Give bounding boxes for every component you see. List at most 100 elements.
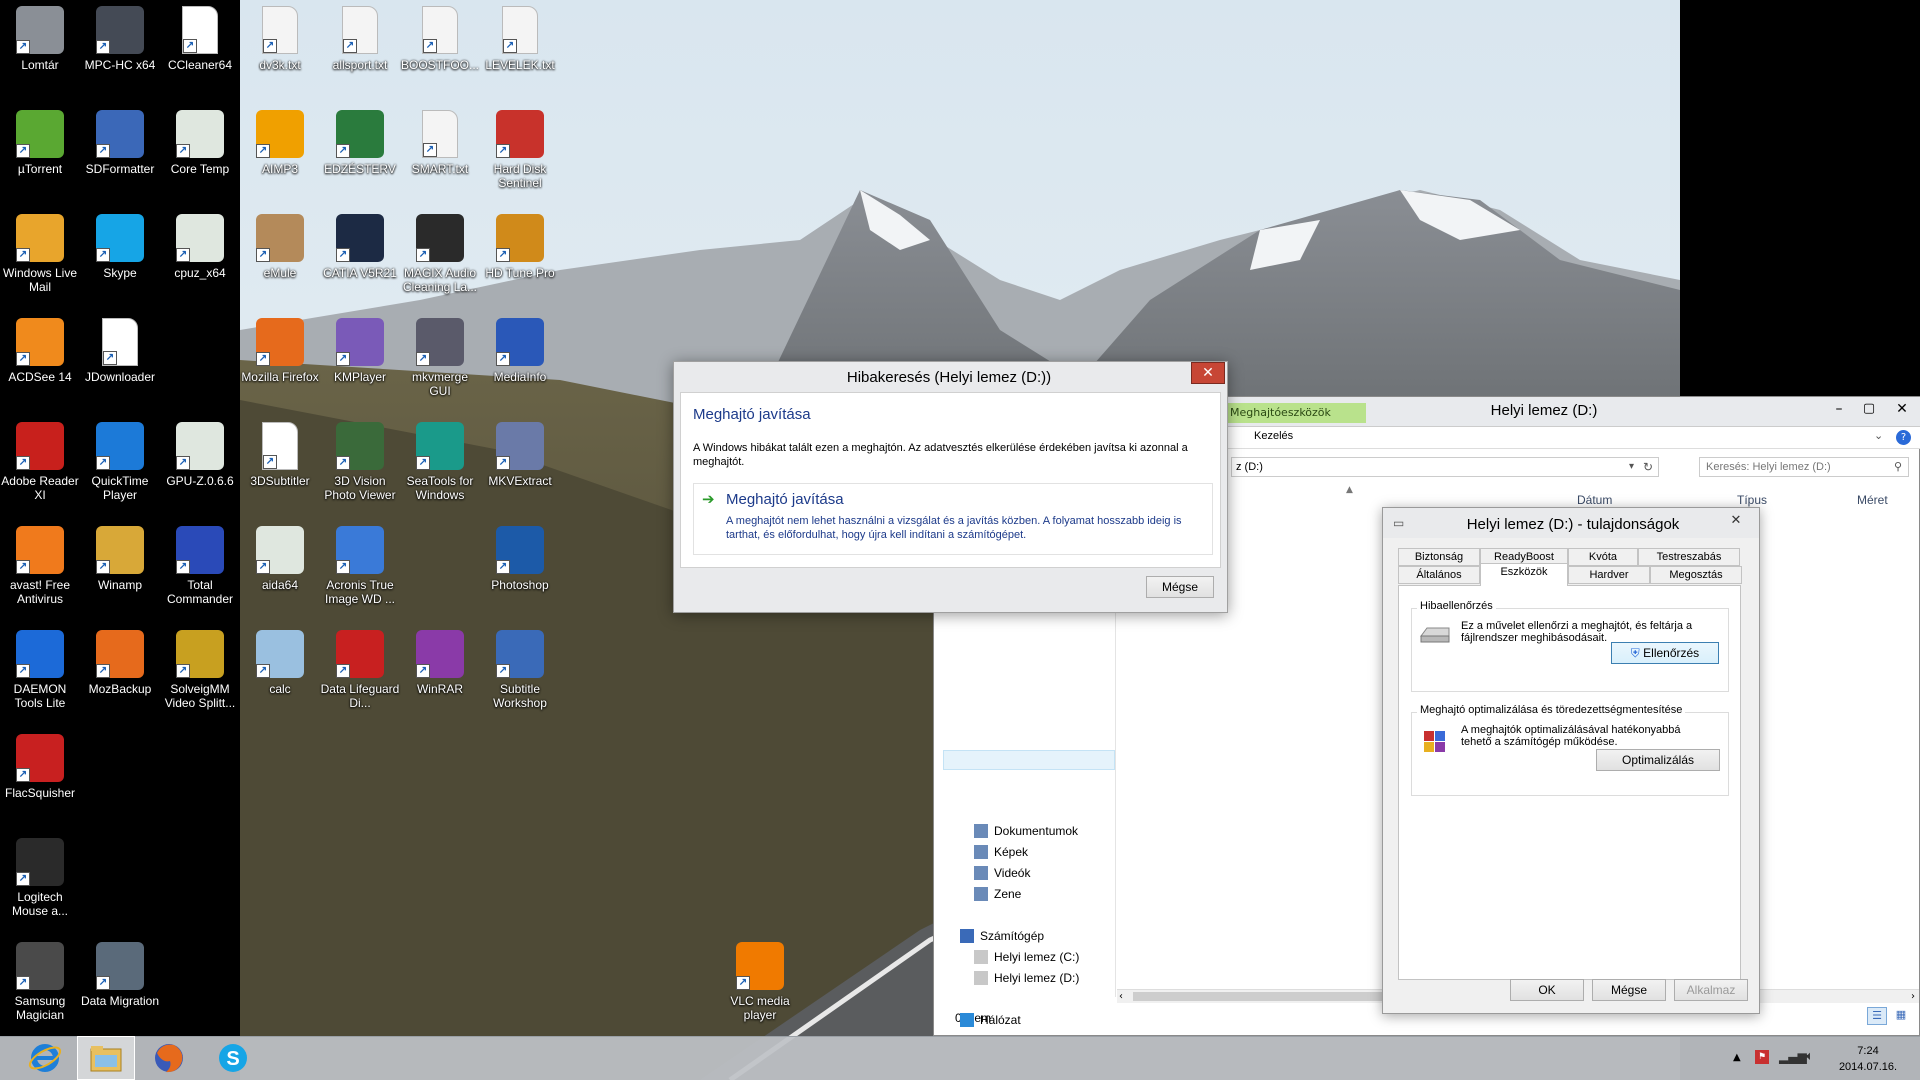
ribbon-tab-kezeles[interactable]: Kezelés xyxy=(1254,430,1293,442)
column-type[interactable]: Típus xyxy=(1737,493,1767,507)
desktop-icon[interactable]: ↗ JDownloader xyxy=(80,318,160,384)
desktop-icon[interactable]: ↗ Samsung Magician xyxy=(0,942,80,1022)
desktop-icon[interactable]: ↗ eMule xyxy=(240,214,320,280)
desktop-icon[interactable]: ↗ mkvmerge GUI xyxy=(400,318,480,398)
desktop-icon[interactable]: ↗ Hard Disk Sentinel xyxy=(480,110,560,190)
desktop-icon[interactable]: ↗ CATIA V5R21 xyxy=(320,214,400,280)
properties-close-icon[interactable]: ✕ xyxy=(1720,511,1752,531)
desktop-icon[interactable]: ↗ µTorrent xyxy=(0,110,80,176)
tab[interactable]: Biztonság xyxy=(1398,548,1480,566)
explorer-close-icon[interactable]: ✕ xyxy=(1886,399,1918,421)
internet-explorer-icon[interactable] xyxy=(16,1036,74,1080)
help-icon[interactable]: ? xyxy=(1896,430,1911,445)
chevron-down-icon[interactable]: ⌄ xyxy=(1874,429,1883,442)
desktop-icon[interactable]: ↗ Skype xyxy=(80,214,160,280)
tab[interactable]: Kvóta xyxy=(1568,548,1638,566)
desktop-icon[interactable]: ↗ WinRAR xyxy=(400,630,480,696)
desktop-icon[interactable]: ↗ MediaInfo xyxy=(480,318,560,384)
desktop-icon[interactable]: ↗ MAGIX Audio Cleaning La... xyxy=(400,214,480,294)
search-input[interactable]: Keresés: Helyi lemez (D:) ⚲ xyxy=(1699,457,1909,477)
desktop-icon[interactable]: ↗ calc xyxy=(240,630,320,696)
desktop-icon[interactable]: ↗ KMPlayer xyxy=(320,318,400,384)
desktop-icon[interactable]: ↗ MKVExtract xyxy=(480,422,560,488)
scroll-right-icon[interactable]: › xyxy=(1911,990,1915,1003)
nav-item[interactable]: Zene xyxy=(974,885,1021,903)
properties-titlebar[interactable]: ▭ Helyi lemez (D:) - tulajdonságok ✕ xyxy=(1383,508,1759,538)
desktop-icon[interactable]: ↗ AIMP3 xyxy=(240,110,320,176)
details-view-icon[interactable]: ☰ xyxy=(1867,1007,1887,1025)
nav-item[interactable]: Képek xyxy=(974,843,1028,861)
file-explorer-icon[interactable] xyxy=(77,1036,135,1080)
desktop-icon[interactable]: ↗ dv3k.txt xyxy=(240,6,320,72)
network-signal-icon[interactable]: ▂▄▆ xyxy=(1779,1050,1807,1064)
desktop-icon[interactable]: ↗ Total Commander xyxy=(160,526,240,606)
desktop-icon[interactable]: ↗ allsport.txt xyxy=(320,6,400,72)
address-bar[interactable]: z (D:) ▾ ↻ xyxy=(1231,457,1659,477)
tab[interactable]: Testreszabás xyxy=(1638,548,1740,566)
address-dropdown-icon[interactable]: ▾ xyxy=(1629,458,1634,476)
nav-item[interactable]: Helyi lemez (C:) xyxy=(974,948,1079,966)
desktop-icon[interactable]: ↗ Data Migration xyxy=(80,942,160,1008)
desktop-icon[interactable]: ↗ aida64 xyxy=(240,526,320,592)
nav-item[interactable]: Helyi lemez (D:) xyxy=(974,969,1079,987)
desktop-icon[interactable]: ↗ QuickTime Player xyxy=(80,422,160,502)
clock[interactable]: 7:24 2014.07.16. xyxy=(1830,1043,1906,1075)
desktop-icon[interactable]: ↗ CCleaner64 xyxy=(160,6,240,72)
error-dialog-close-icon[interactable]: ✕ xyxy=(1191,362,1225,384)
desktop-icon[interactable]: ↗ Photoshop xyxy=(480,526,560,592)
apply-button[interactable]: Alkalmaz xyxy=(1674,979,1748,1001)
desktop-icon[interactable]: ↗ Windows Live Mail xyxy=(0,214,80,294)
error-dialog-cancel-button[interactable]: Mégse xyxy=(1146,576,1214,598)
skype-taskbar-icon[interactable]: S xyxy=(204,1036,262,1080)
desktop-icon[interactable]: ↗ HD Tune Pro xyxy=(480,214,560,280)
scroll-left-icon[interactable]: ‹ xyxy=(1119,990,1123,1003)
action-center-flag-icon[interactable]: ⚑ xyxy=(1755,1050,1769,1064)
desktop-icon[interactable]: ↗ Core Temp xyxy=(160,110,240,176)
desktop-icon[interactable]: ↗ FlacSquisher xyxy=(0,734,80,800)
tab-tools-active[interactable]: Eszközök xyxy=(1480,563,1568,586)
volume-icon[interactable]: 🔈︎ xyxy=(1806,1049,1814,1064)
desktop-icon[interactable]: ↗ Acronis True Image WD ... xyxy=(320,526,400,606)
minimize-icon[interactable]: – xyxy=(1824,399,1854,421)
desktop-icon[interactable]: ↗ EDZÉSTERV xyxy=(320,110,400,176)
cancel-button[interactable]: Mégse xyxy=(1592,979,1666,1001)
desktop-icon[interactable]: ↗ MozBackup xyxy=(80,630,160,696)
show-hidden-icons-icon[interactable]: ▲ xyxy=(1733,1052,1741,1063)
desktop-icon[interactable]: ↗ avast! Free Antivirus xyxy=(0,526,80,606)
refresh-icon[interactable]: ↻ xyxy=(1643,458,1653,476)
tab[interactable]: Általános xyxy=(1398,566,1480,584)
desktop-icon[interactable]: ↗ Winamp xyxy=(80,526,160,592)
scrollbar-thumb[interactable] xyxy=(1133,992,1393,1001)
firefox-taskbar-icon[interactable] xyxy=(140,1036,198,1080)
column-size[interactable]: Méret xyxy=(1857,493,1888,507)
desktop-icon[interactable]: ↗ VLC media player xyxy=(720,942,800,1022)
desktop-icon[interactable]: ↗ Logitech Mouse a... xyxy=(0,838,80,918)
desktop-icon[interactable]: ↗ GPU-Z.0.6.6 xyxy=(160,422,240,488)
desktop-icon[interactable]: ↗ SMART.txt xyxy=(400,110,480,176)
ok-button[interactable]: OK xyxy=(1510,979,1584,1001)
column-date[interactable]: Dátum xyxy=(1577,493,1612,507)
nav-item[interactable]: Számítógép xyxy=(960,927,1044,945)
desktop-icon[interactable]: ↗ SeaTools for Windows xyxy=(400,422,480,502)
explorer-context-tab[interactable]: Meghajtóeszközök xyxy=(1226,403,1366,423)
desktop-icon[interactable]: ↗ 3D Vision Photo Viewer xyxy=(320,422,400,502)
nav-item[interactable]: Dokumentumok xyxy=(974,822,1078,840)
desktop-icon[interactable]: ↗ Mozilla Firefox xyxy=(240,318,320,384)
desktop-icon[interactable]: ↗ ACDSee 14 xyxy=(0,318,80,384)
nav-item[interactable]: Hálózat xyxy=(960,1011,1021,1029)
large-icons-view-icon[interactable]: ▦ xyxy=(1891,1007,1911,1025)
check-button[interactable]: ⛨ Ellenőrzés xyxy=(1611,642,1719,664)
repair-drive-option[interactable]: ➔ Meghajtó javítása A meghajtót nem lehe… xyxy=(693,483,1213,555)
desktop-icon[interactable]: ↗ 3DSubtitler xyxy=(240,422,320,488)
nav-item[interactable]: Videók xyxy=(974,864,1030,882)
tab[interactable]: Hardver xyxy=(1568,566,1650,584)
desktop-icon[interactable]: ↗ cpuz_x64 xyxy=(160,214,240,280)
desktop-icon[interactable]: ↗ Subtitle Workshop xyxy=(480,630,560,710)
desktop-icon[interactable]: ↗ BOOSTFOO... xyxy=(400,6,480,72)
desktop-icon[interactable]: ↗ Lomtár xyxy=(0,6,80,72)
desktop-icon[interactable]: ↗ DAEMON Tools Lite xyxy=(0,630,80,710)
desktop-icon[interactable]: ↗ LEVELEK.txt xyxy=(480,6,560,72)
desktop-icon[interactable]: ↗ Adobe Reader XI xyxy=(0,422,80,502)
optimize-button[interactable]: Optimalizálás xyxy=(1596,749,1720,771)
maximize-icon[interactable]: ▢ xyxy=(1854,399,1884,421)
